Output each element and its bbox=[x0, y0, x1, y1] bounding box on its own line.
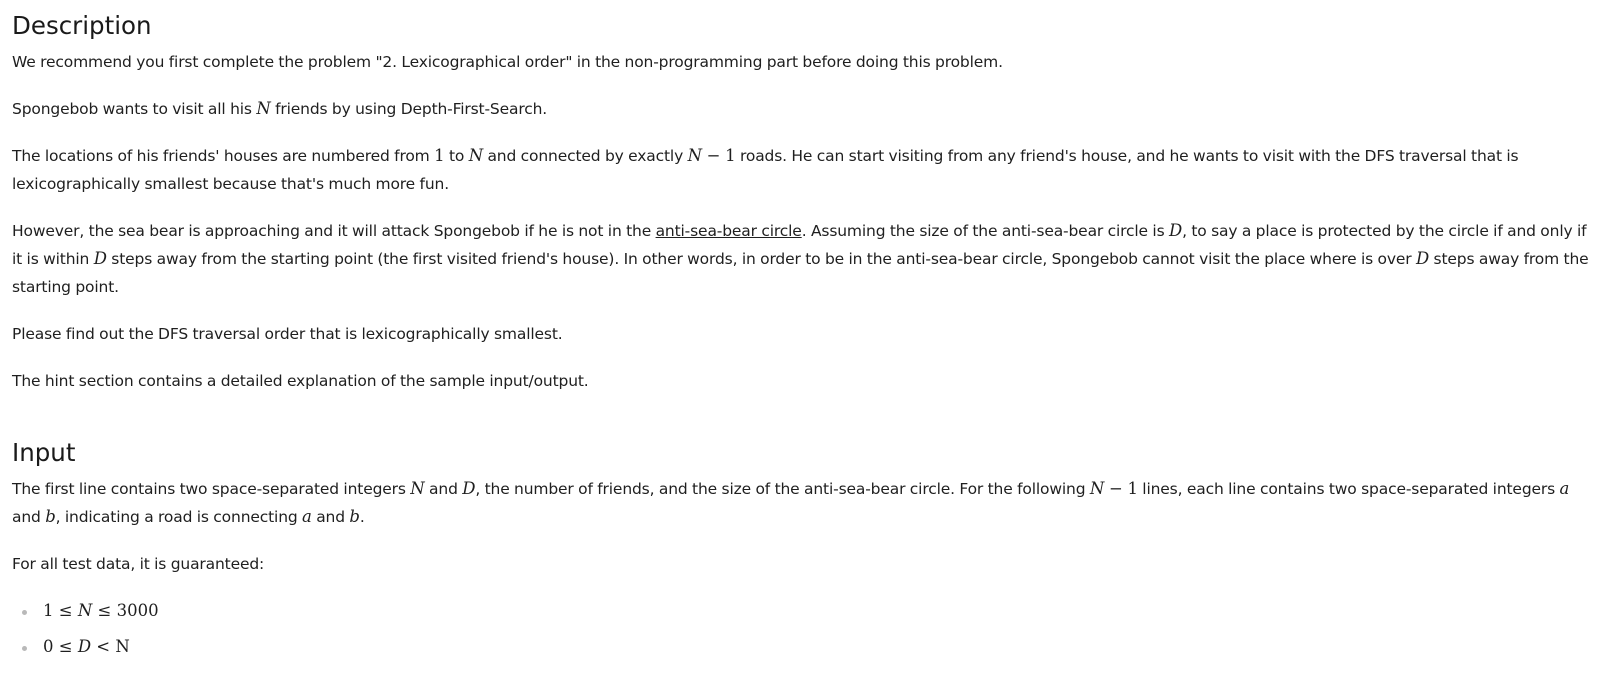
math-var-n: N bbox=[410, 479, 425, 498]
input-heading: Input bbox=[12, 438, 76, 467]
math-var-b: b bbox=[349, 507, 360, 526]
description-heading: Description bbox=[12, 11, 152, 40]
math-n-minus-one: N − 1 bbox=[687, 146, 736, 165]
math-var-d: D bbox=[1415, 249, 1430, 268]
constraint-d-range: 0 ≤ D < N bbox=[43, 637, 130, 656]
math-var-d: D bbox=[1168, 221, 1183, 240]
constraints-list: 1 ≤ N ≤ 3000 0 ≤ D < N bbox=[12, 597, 1591, 661]
math-var-d: D bbox=[93, 249, 107, 268]
constraint-n-range: 1 ≤ N ≤ 3000 bbox=[43, 601, 159, 620]
math-var-n: N bbox=[468, 146, 483, 165]
math-var-n: N bbox=[256, 99, 271, 118]
task-paragraph: Please find out the DFS traversal order … bbox=[12, 325, 563, 343]
math-var-d: D bbox=[462, 479, 476, 498]
math-var-a: a bbox=[1559, 479, 1570, 498]
bullet-icon bbox=[22, 646, 27, 651]
math-var-a: a bbox=[302, 507, 312, 526]
locations-paragraph: The locations of his friends' houses are… bbox=[12, 146, 1519, 193]
math-n-minus-one: N − 1 bbox=[1089, 479, 1138, 498]
constraint-item: 1 ≤ N ≤ 3000 bbox=[22, 597, 1591, 625]
recommendation-paragraph: We recommend you first complete the prob… bbox=[12, 53, 1003, 71]
problem-page: Description We recommend you first compl… bbox=[0, 0, 1603, 661]
intro-paragraph: Spongebob wants to visit all his N frien… bbox=[12, 99, 548, 118]
constraint-item: 0 ≤ D < N bbox=[22, 633, 1591, 661]
hint-paragraph: The hint section contains a detailed exp… bbox=[12, 372, 589, 390]
input-format-paragraph: The first line contains two space-separa… bbox=[12, 479, 1570, 526]
math-var-b: b bbox=[45, 507, 56, 526]
guarantee-paragraph: For all test data, it is guaranteed: bbox=[12, 555, 265, 573]
sea-bear-paragraph: However, the sea bear is approaching and… bbox=[12, 221, 1589, 296]
anti-sea-bear-circle-link[interactable]: anti-sea-bear circle bbox=[656, 222, 802, 240]
bullet-icon bbox=[22, 610, 27, 615]
math-one: 1 bbox=[434, 146, 445, 165]
